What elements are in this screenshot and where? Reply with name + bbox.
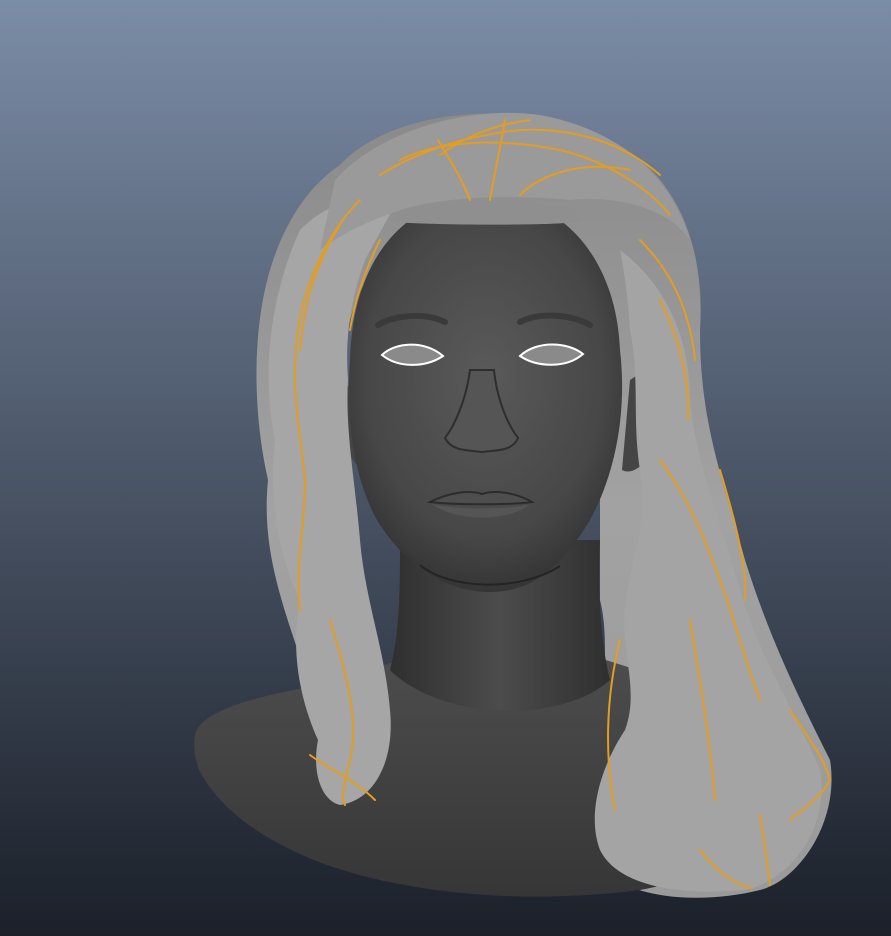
- 3d-viewport[interactable]: [0, 0, 891, 936]
- viewport-scene[interactable]: [0, 0, 891, 936]
